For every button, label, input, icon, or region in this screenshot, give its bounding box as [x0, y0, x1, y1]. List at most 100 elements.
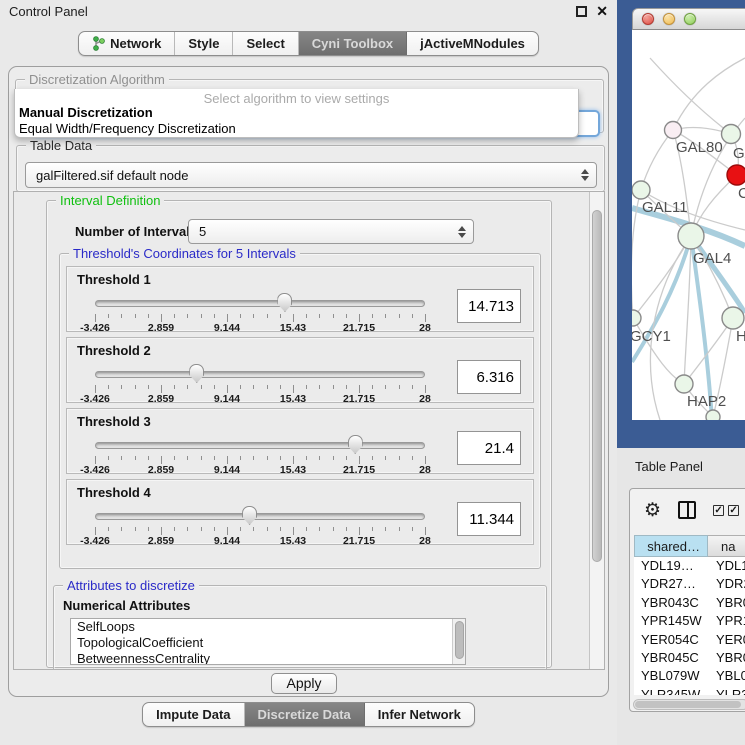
slider-thumb[interactable] [189, 364, 204, 383]
cell-name[interactable]: YPR1 [708, 612, 745, 630]
mac-minimize-icon[interactable] [663, 13, 675, 25]
dropdown-option[interactable]: Equal Width/Frequency Discretization [15, 121, 578, 137]
cell-shared-name[interactable]: YDL19… [634, 557, 708, 575]
threshold-value-field[interactable]: 21.4 [457, 431, 521, 465]
network-node-green[interactable] [706, 410, 720, 420]
cell-name[interactable]: YLR3 [708, 686, 745, 695]
gear-icon[interactable]: ⚙ [644, 501, 661, 520]
tab-style[interactable]: Style [175, 32, 233, 55]
attribute-list-item[interactable]: TopologicalCoefficient [71, 635, 465, 651]
gray-edge[interactable] [650, 58, 731, 134]
network-icon [92, 36, 105, 51]
table-row[interactable]: YER054CYER0 [634, 631, 745, 649]
threshold-slider[interactable]: -3.4262.8599.14415.4321.71528 [95, 435, 425, 473]
checkbox-icon[interactable]: ✓ [713, 505, 724, 516]
scrollbar-thumb[interactable] [455, 621, 464, 659]
slider-track[interactable] [95, 442, 425, 449]
cell-name[interactable]: YER0 [708, 631, 745, 649]
table-header: shared… na [634, 535, 745, 557]
network-node-green[interactable] [722, 307, 744, 329]
cyni-toolbox-panel: Discretization Algorithm Select algorith… [8, 66, 609, 697]
close-window-icon[interactable]: ✕ [596, 6, 608, 17]
tab-cyni-toolbox[interactable]: Cyni Toolbox [299, 32, 407, 55]
table-row[interactable]: YDR27…YDR2 [634, 575, 745, 593]
number-of-intervals-combobox[interactable]: 5 [188, 219, 474, 244]
cell-shared-name[interactable]: YDR27… [634, 575, 708, 593]
slider-tick-labels: -3.4262.8599.14415.4321.71528 [95, 322, 425, 333]
threshold-slider[interactable]: -3.4262.8599.14415.4321.71528 [95, 364, 425, 402]
scrollbar-thumb[interactable] [635, 701, 741, 708]
float-window-icon[interactable] [576, 6, 587, 17]
attribute-list-item[interactable]: SelfLoops [71, 619, 465, 635]
network-node-green[interactable] [722, 125, 741, 144]
table-row[interactable]: YDL19…YDL1 [634, 557, 745, 575]
list-scrollbar[interactable] [452, 619, 465, 664]
slider-track[interactable] [95, 371, 425, 378]
cell-shared-name[interactable]: YLR345W [634, 686, 708, 695]
threshold-value-field[interactable]: 6.316 [457, 360, 521, 394]
cell-shared-name[interactable]: YBR045C [634, 649, 708, 667]
node-table[interactable]: shared… na YDL19…YDL1YDR27…YDR2YBR043CYB… [634, 535, 745, 695]
gray-edge[interactable] [641, 130, 673, 190]
slider-track[interactable] [95, 513, 425, 520]
tab-network[interactable]: Network [79, 32, 175, 55]
columns-icon[interactable] [678, 501, 696, 519]
group-label: Attributes to discretize [63, 578, 199, 593]
dropdown-placeholder-item[interactable]: Select algorithm to view settings [15, 89, 578, 105]
slider-thumb[interactable] [277, 293, 292, 312]
tab-label: Infer Network [378, 707, 461, 722]
column-header-shared[interactable]: shared… [634, 535, 708, 557]
spinner-arrows-icon [458, 226, 465, 238]
tab-discretize-data[interactable]: Discretize Data [245, 703, 365, 726]
mac-close-icon[interactable] [642, 13, 654, 25]
table-row[interactable]: YBR045CYBR0 [634, 649, 745, 667]
apply-button[interactable]: Apply [271, 673, 337, 694]
slider-thumb[interactable] [242, 506, 257, 525]
table-data-group: Table Data galFiltered.sif default node [16, 145, 605, 192]
group-label: Table Data [26, 138, 96, 153]
table-row[interactable]: YPR145WYPR1 [634, 612, 745, 630]
threshold-slider[interactable]: -3.4262.8599.14415.4321.71528 [95, 293, 425, 331]
tab-infer-network[interactable]: Infer Network [365, 703, 474, 726]
cell-name[interactable]: YDR2 [708, 575, 745, 593]
table-horizontal-scrollbar[interactable] [633, 699, 745, 710]
cell-name[interactable]: YBR0 [708, 594, 745, 612]
column-header-name[interactable]: na [708, 535, 745, 557]
threshold-value-field[interactable]: 11.344 [457, 502, 521, 536]
mac-zoom-icon[interactable] [684, 13, 696, 25]
slider-track[interactable] [95, 300, 425, 307]
right-region: GAL80GACGAL11GAL4GCY1HHAP2 Table Panel ⚙… [617, 0, 745, 745]
panel-scrollbar[interactable] [589, 192, 604, 669]
cell-name[interactable]: YDL1 [708, 557, 745, 575]
network-node-green[interactable] [675, 375, 693, 393]
cell-shared-name[interactable]: YBL079W [634, 667, 708, 685]
network-canvas[interactable]: GAL80GACGAL11GAL4GCY1HHAP2 [632, 30, 745, 420]
cell-name[interactable]: YBL0 [708, 667, 745, 685]
network-node-green[interactable] [632, 181, 650, 199]
numerical-attributes-list[interactable]: SelfLoopsTopologicalCoefficientBetweenne… [70, 618, 466, 665]
tab-select[interactable]: Select [233, 32, 298, 55]
checkbox-icon[interactable]: ✓ [728, 505, 739, 516]
cell-shared-name[interactable]: YER054C [634, 631, 708, 649]
tab-impute-data[interactable]: Impute Data [143, 703, 244, 726]
threshold-value-field[interactable]: 14.713 [457, 289, 521, 323]
attribute-list-item[interactable]: BetweennessCentrality [71, 651, 465, 665]
scrollbar-thumb[interactable] [592, 210, 602, 562]
threshold-slider[interactable]: -3.4262.8599.14415.4321.71528 [95, 506, 425, 544]
table-row[interactable]: YLR345WYLR3 [634, 686, 745, 695]
dropdown-option[interactable]: Manual Discretization [15, 105, 578, 121]
network-window-titlebar[interactable] [632, 8, 745, 30]
table-data-combobox[interactable]: galFiltered.sif default node [25, 162, 597, 188]
cell-name[interactable]: YBR0 [708, 649, 745, 667]
table-row[interactable]: YBR043CYBR0 [634, 594, 745, 612]
tab-label: Cyni Toolbox [312, 36, 393, 51]
tab-jactivemnodules[interactable]: jActiveMNodules [407, 32, 538, 55]
table-row[interactable]: YBL079WYBL0 [634, 667, 745, 685]
network-node-pink[interactable] [665, 122, 682, 139]
cell-shared-name[interactable]: YBR043C [634, 594, 708, 612]
network-node-green[interactable] [632, 310, 641, 326]
slider-thumb[interactable] [348, 435, 363, 454]
network-node-green[interactable] [678, 223, 704, 249]
cell-shared-name[interactable]: YPR145W [634, 612, 708, 630]
network-node-red[interactable] [727, 165, 745, 185]
